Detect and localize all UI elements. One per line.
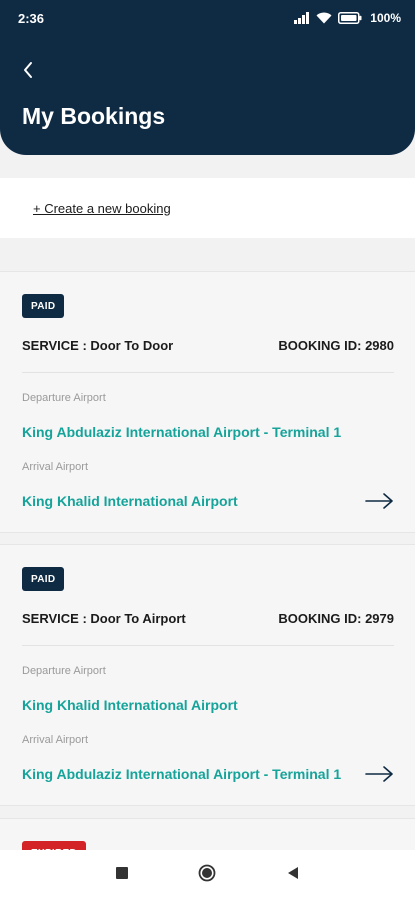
back-button[interactable] — [14, 58, 42, 86]
booking-card[interactable]: PAID SERVICE : Door To Airport BOOKING I… — [0, 544, 415, 806]
status-time: 2:36 — [18, 10, 45, 26]
arrow-right-icon[interactable] — [365, 491, 395, 511]
arrival-airport: King Khalid International Airport — [22, 493, 238, 509]
page-title: My Bookings — [22, 103, 166, 129]
system-back-button[interactable] — [284, 866, 302, 884]
create-booking-panel: + Create a new booking — [0, 178, 415, 238]
departure-label: Departure Airport — [22, 665, 106, 677]
departure-airport: King Abdulaziz International Airport - T… — [22, 424, 342, 440]
arrival-label: Arrival Airport — [22, 461, 89, 473]
square-icon — [116, 866, 128, 884]
recents-button[interactable] — [113, 866, 131, 884]
service-type: SERVICE : Door To Airport — [22, 611, 186, 626]
battery-percent: 100% — [370, 11, 401, 25]
status-badge: PAID — [22, 567, 65, 591]
signal-icon — [294, 12, 310, 24]
divider — [22, 645, 394, 646]
arrow-right-icon[interactable] — [365, 764, 395, 784]
triangle-left-icon — [287, 866, 299, 885]
arrival-airport: King Abdulaziz International Airport - T… — [22, 766, 342, 782]
departure-airport: King Khalid International Airport — [22, 697, 238, 713]
departure-label: Departure Airport — [22, 392, 106, 404]
header: 2:36 100% My Bookings — [0, 0, 415, 155]
home-button[interactable] — [198, 864, 216, 887]
wifi-icon — [316, 12, 332, 24]
status-badge: PAID — [22, 294, 65, 318]
status-bar: 2:36 100% — [0, 0, 415, 36]
arrival-label: Arrival Airport — [22, 734, 89, 746]
status-icons: 100% — [294, 11, 401, 25]
circle-icon — [198, 864, 216, 887]
create-booking-link[interactable]: + Create a new booking — [33, 201, 171, 216]
booking-card[interactable]: PAID SERVICE : Door To Door BOOKING ID: … — [0, 271, 415, 533]
system-nav-bar — [0, 850, 415, 900]
service-type: SERVICE : Door To Door — [22, 338, 174, 353]
booking-id: BOOKING ID: 2979 — [278, 611, 394, 626]
battery-icon — [338, 12, 362, 24]
booking-id: BOOKING ID: 2980 — [278, 338, 394, 353]
divider — [22, 372, 394, 373]
chevron-left-icon — [22, 61, 34, 84]
